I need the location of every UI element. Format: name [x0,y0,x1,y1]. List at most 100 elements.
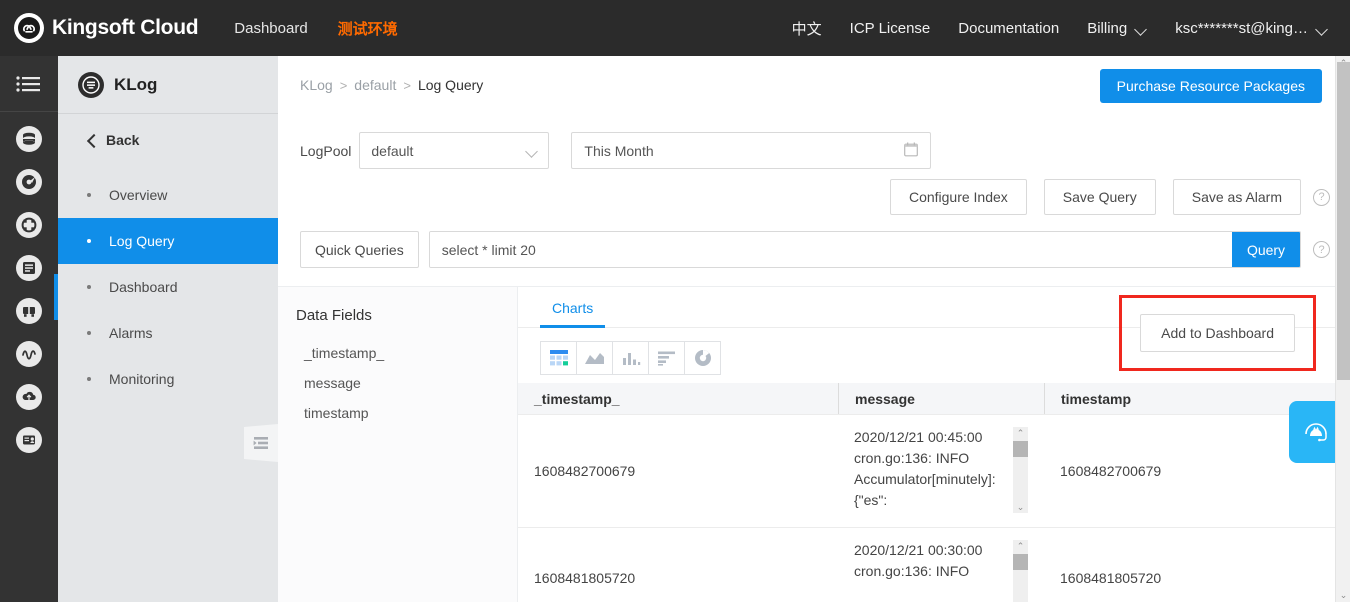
calendar-icon [904,142,919,160]
main-content: KLog > default > Log Query Purchase Reso… [278,56,1342,602]
chart-type-toggle-group [540,341,721,375]
chevron-down-icon [526,147,537,155]
add-to-dashboard-highlight: Add to Dashboard [1119,295,1316,371]
sidebar-item-dashboard[interactable]: Dashboard [58,264,278,310]
configure-index-button[interactable]: Configure Index [889,179,1027,215]
user-account-label: ksc*******st@king… [1175,19,1308,37]
breadcrumb-logpool[interactable]: default [354,77,396,93]
nav-item-icp-license[interactable]: ICP License [850,20,931,37]
brand[interactable]: Kingsoft Cloud [14,13,199,43]
date-range-picker[interactable]: This Month [571,132,932,169]
sidebar-item-monitoring[interactable]: Monitoring [58,356,278,402]
scrollbar-thumb[interactable] [1013,441,1028,457]
product-icon-rail [0,56,58,602]
nav-item-test-environment[interactable]: 测试环境 [338,18,398,39]
question-mark-circle-icon[interactable]: ? [1313,241,1330,258]
id-card-icon[interactable] [16,427,42,453]
sidebar-collapse-handle[interactable] [244,424,278,462]
add-to-dashboard-button[interactable]: Add to Dashboard [1140,314,1295,352]
bullet-icon [87,239,91,243]
date-range-value: This Month [584,142,654,159]
collapse-panel-icon [253,437,268,449]
back-button[interactable]: Back [58,114,278,166]
breadcrumb-root[interactable]: KLog [300,77,333,93]
server-icon[interactable] [16,255,42,281]
scroll-down-icon[interactable]: ⌄ [1017,501,1025,513]
scroll-down-icon[interactable]: ⌄ [1336,588,1350,602]
bar-chart-icon[interactable] [612,341,649,375]
message-text: 2020/12/21 00:30:00 cron.go:136: INFO [854,542,983,579]
table-cell-timestamp-underscore: 1608482700679 [534,463,636,479]
chevron-down-icon [1136,25,1147,32]
nav-item-billing-label: Billing [1087,19,1128,37]
data-field-item[interactable]: message [296,368,517,398]
nav-item-language[interactable]: 中文 [792,18,822,39]
scroll-up-icon[interactable]: ⌃ [1017,427,1025,439]
save-as-alarm-button[interactable]: Save as Alarm [1172,179,1301,215]
klog-menu: Overview Log Query Dashboard Alarms Moni… [58,172,278,402]
klog-app-title: KLog [114,74,158,94]
question-mark-circle-icon[interactable]: ? [1313,188,1330,206]
hamburger-list-icon [16,75,40,92]
logpool-select[interactable]: default [359,132,550,169]
sidebar-item-label: Log Query [109,233,175,249]
chevron-down-icon [1317,25,1328,32]
table-header-cell[interactable]: _timestamp_ [518,383,838,414]
klog-icon [78,71,104,98]
table-cell-message: 2020/12/21 00:45:00 cron.go:136: INFO Ac… [838,415,1044,527]
data-field-item[interactable]: _timestamp_ [296,338,517,368]
nav-item-dashboard[interactable]: Dashboard [234,20,307,37]
purchase-resource-packages-button[interactable]: Purchase Resource Packages [1099,69,1322,103]
primary-nav: Dashboard 测试环境 [234,18,397,39]
results-table: _timestamp_ message timestamp 1608482700… [518,383,1342,602]
table-cell-timestamp-underscore: 1608481805720 [534,569,636,586]
scrollbar-thumb[interactable] [1337,62,1350,380]
rail-menu-toggle[interactable] [0,56,58,112]
breadcrumb-separator: > [403,77,411,93]
scroll-up-icon[interactable]: ⌃ [1017,540,1025,552]
table-row[interactable]: 1608481805720 2020/12/21 00:30:00 cron.g… [518,528,1342,602]
top-navigation-bar: Kingsoft Cloud Dashboard 测试环境 中文 ICP Lic… [0,0,1350,56]
klog-sidebar: KLog Back Overview Log Query Dashboard A… [58,56,278,602]
monitor-wave-icon[interactable] [16,341,42,367]
sidebar-item-log-query[interactable]: Log Query [58,218,278,264]
brand-name: Kingsoft Cloud [52,16,199,39]
lifebuoy-icon[interactable] [16,212,42,238]
kingsoft-cloud-logo-icon [14,13,44,43]
page-scrollbar[interactable]: ⌃ ⌄ [1335,56,1350,602]
horizontal-bar-chart-icon[interactable] [648,341,685,375]
quick-queries-button[interactable]: Quick Queries [300,231,419,268]
nav-item-user-account[interactable]: ksc*******st@king… [1175,20,1328,37]
tab-charts[interactable]: Charts [540,287,606,328]
data-field-item[interactable]: timestamp [296,398,517,428]
sidebar-item-alarms[interactable]: Alarms [58,310,278,356]
query-input[interactable] [429,232,1232,267]
scrollbar-thumb[interactable] [1013,554,1028,570]
result-area: Data Fields _timestamp_ message timestam… [278,286,1342,602]
message-scrollbar[interactable]: ⌃ ⌄ [1013,540,1028,602]
query-input-wrapper: Query [428,231,1301,268]
cloud-upload-icon[interactable] [16,384,42,410]
database-icon[interactable] [16,126,42,152]
chevron-left-icon [87,135,97,145]
bullet-icon [87,331,91,335]
message-scrollbar[interactable]: ⌃ ⌄ [1013,427,1028,513]
table-row[interactable]: 1608482700679 2020/12/21 00:45:00 cron.g… [518,415,1342,528]
sidebar-item-label: Monitoring [109,371,175,387]
table-header-cell[interactable]: message [838,383,1044,414]
network-icon[interactable] [16,298,42,324]
nav-item-billing[interactable]: Billing [1087,20,1147,37]
area-chart-icon[interactable] [576,341,613,375]
save-query-button[interactable]: Save Query [1043,179,1156,215]
disk-icon[interactable] [16,169,42,195]
sidebar-item-label: Alarms [109,325,153,341]
table-chart-icon[interactable] [540,341,577,375]
run-query-button[interactable]: Query [1232,232,1300,267]
pie-chart-icon[interactable] [684,341,721,375]
table-cell-message: 2020/12/21 00:30:00 cron.go:136: INFO ⌃ … [838,528,1044,602]
nav-item-documentation[interactable]: Documentation [958,20,1059,37]
table-header-row: _timestamp_ message timestamp [518,383,1342,415]
data-fields-title: Data Fields [296,307,372,324]
sidebar-item-overview[interactable]: Overview [58,172,278,218]
klog-sidebar-header: KLog [58,56,278,114]
